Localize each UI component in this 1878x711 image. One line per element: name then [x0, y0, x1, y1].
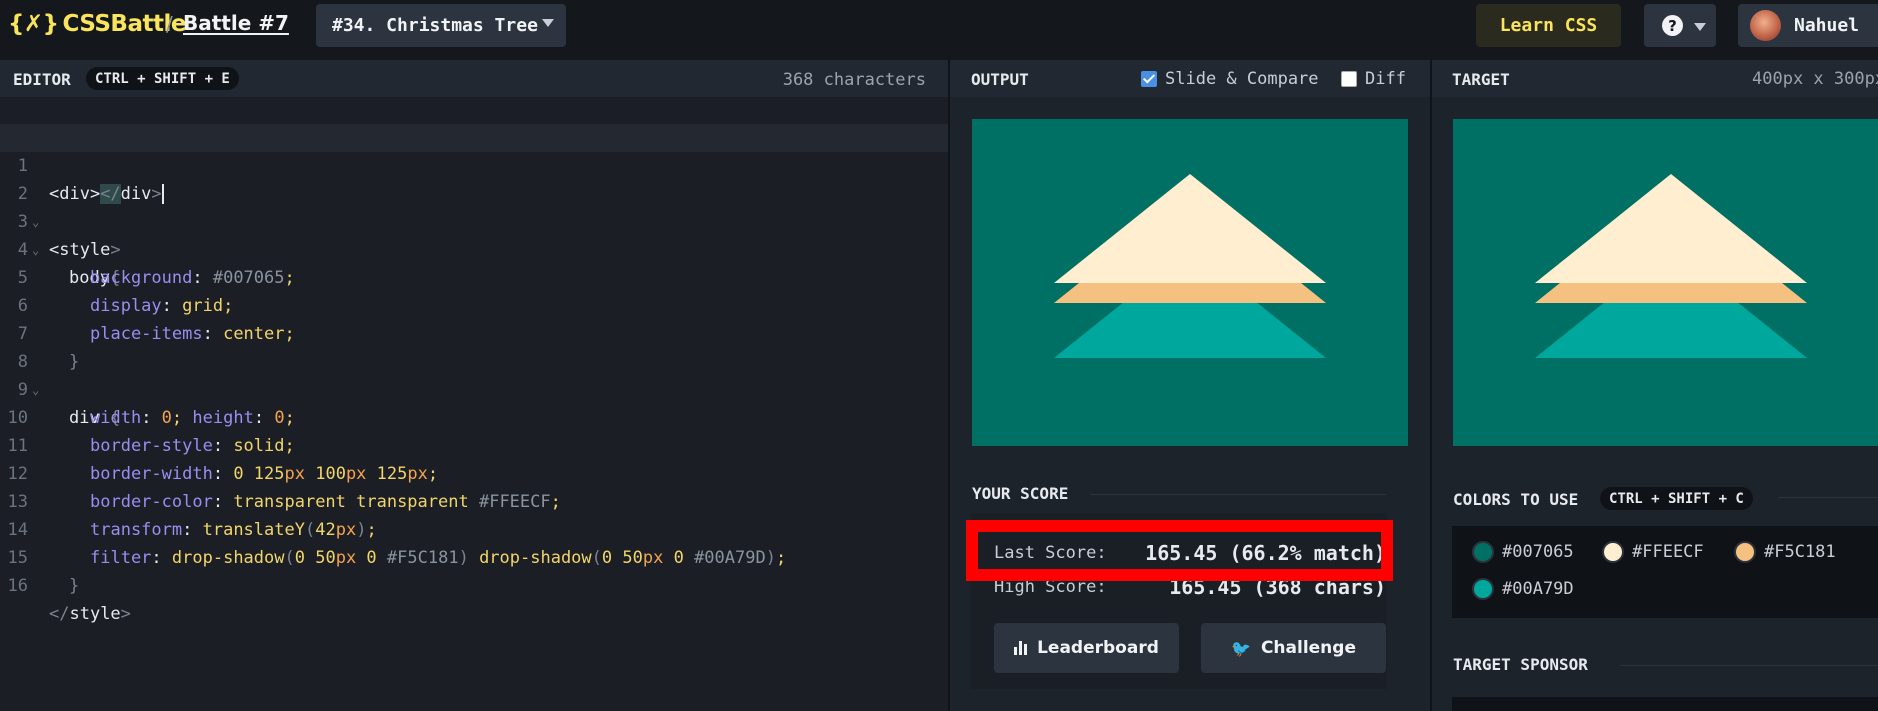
code-text: </style> — [49, 604, 131, 624]
code-line[interactable]: 3 ⌄ body{ — [0, 180, 948, 288]
color-dot — [1602, 541, 1624, 563]
character-count: 368 characters — [782, 70, 926, 90]
challenge-button[interactable]: 🐦 Challenge — [1201, 623, 1386, 673]
chevron-down-icon — [1694, 23, 1706, 31]
code-line[interactable]: 15 } — [0, 516, 948, 596]
high-score-row: High Score: 165.45 (368 chars) — [994, 575, 1386, 605]
target-preview — [1453, 119, 1878, 446]
cssbattle-logo[interactable]: {✗} CSSBattle — [8, 9, 186, 39]
color-swatch[interactable]: #F5C181 — [1734, 541, 1836, 563]
output-preview[interactable] — [972, 119, 1408, 446]
color-dot — [1472, 541, 1494, 563]
target-title: TARGET — [1452, 70, 1510, 89]
help-menu-button[interactable]: ? — [1644, 4, 1716, 47]
color-swatch[interactable]: #007065 — [1472, 541, 1574, 563]
slide-compare-checkbox[interactable] — [1141, 71, 1157, 87]
code-line[interactable]: 11 border-width: 0 125px 100px 125px; — [0, 404, 948, 484]
target-select-label: #34. Christmas Tree — [332, 15, 538, 36]
twitter-icon: 🐦 — [1231, 638, 1251, 658]
battle-link[interactable]: Battle #7 — [183, 11, 289, 35]
top-bar: {✗} CSSBattle / Battle #7 #34. Christmas… — [0, 0, 1878, 50]
code-line[interactable]: 12 border-color: transparent transparent… — [0, 432, 948, 512]
sponsor-card[interactable] — [1452, 697, 1878, 711]
code-text: } — [69, 576, 80, 596]
slide-compare-label[interactable]: Slide & Compare — [1165, 69, 1319, 89]
diff-checkbox[interactable] — [1341, 71, 1357, 87]
color-hex: #007065 — [1502, 542, 1574, 562]
code-line[interactable]: 14 filter: drop-shadow(0 50px 0 #F5C181)… — [0, 488, 948, 568]
color-hex: #F5C181 — [1764, 542, 1836, 562]
color-hex: #FFEECF — [1632, 542, 1704, 562]
code-line[interactable]: 13 transform: translateY(42px); — [0, 460, 948, 540]
color-swatch[interactable]: #FFEECF — [1602, 541, 1704, 563]
chevron-down-icon — [542, 19, 554, 27]
code-line[interactable]: 2 ⌄ <style> — [0, 152, 948, 260]
user-name: Nahuel — [1794, 15, 1860, 36]
section-divider — [1620, 665, 1878, 666]
tree-top-layer — [1535, 174, 1807, 283]
output-title: OUTPUT — [971, 70, 1029, 89]
output-header: OUTPUT Slide & Compare Diff — [950, 60, 1430, 97]
code-line[interactable]: 9 width: 0; height: 0; — [0, 348, 948, 428]
code-line[interactable]: 7 } — [0, 292, 948, 372]
leaderboard-button[interactable]: Leaderboard — [994, 623, 1179, 673]
editor-header: EDITOR CTRL + SHIFT + E 368 characters — [0, 60, 948, 97]
leaderboard-label: Leaderboard — [1037, 638, 1159, 658]
color-hex: #00A79D — [1502, 579, 1574, 599]
target-select[interactable]: #34. Christmas Tree — [316, 4, 566, 47]
code-line[interactable]: 6 place-items: center; — [0, 264, 948, 344]
colors-title: COLORS TO USE — [1453, 490, 1579, 509]
breadcrumb-separator: / — [166, 12, 173, 36]
annotation-highlight-box — [966, 520, 1393, 581]
help-icon: ? — [1662, 15, 1683, 36]
code-editor[interactable]: 1 <div></div> 2 ⌄ <style> 3 ⌄ body{ 4 ba… — [0, 97, 948, 711]
user-menu-button[interactable]: Nahuel — [1738, 4, 1878, 47]
your-score-title: YOUR SCORE — [972, 484, 1069, 503]
target-dimensions: 400px x 300px — [1752, 69, 1878, 89]
code-line[interactable]: 4 background: #007065; — [0, 208, 948, 288]
avatar — [1750, 10, 1781, 41]
color-dot — [1472, 578, 1494, 600]
challenge-label: Challenge — [1260, 638, 1356, 658]
color-dot — [1734, 541, 1756, 563]
colors-palette: #007065 #FFEECF #F5C181 #00A79D — [1452, 526, 1878, 618]
color-swatch[interactable]: #00A79D — [1472, 578, 1574, 600]
target-sponsor-title: TARGET SPONSOR — [1453, 655, 1588, 674]
code-line[interactable]: 10 border-style: solid; — [0, 376, 948, 456]
logo-mark-icon: {✗} — [8, 11, 59, 37]
code-line[interactable]: 16 </style> — [0, 544, 948, 624]
diff-label[interactable]: Diff — [1365, 69, 1406, 89]
editor-title: EDITOR — [13, 70, 71, 89]
line-number: 16 — [7, 576, 28, 596]
code-line[interactable]: 5 display: grid; — [0, 236, 948, 316]
code-line[interactable]: 8 ⌄ div { — [0, 320, 948, 428]
colors-shortcut-badge: CTRL + SHIFT + C — [1600, 487, 1753, 510]
editor-shortcut-badge: CTRL + SHIFT + E — [86, 67, 239, 90]
learn-css-button[interactable]: Learn CSS — [1476, 4, 1621, 47]
code-line[interactable]: 1 <div></div> — [0, 124, 948, 204]
leaderboard-icon — [1014, 641, 1028, 655]
section-divider — [1090, 494, 1386, 495]
section-divider — [1778, 497, 1878, 498]
tree-top-layer — [1054, 174, 1326, 283]
